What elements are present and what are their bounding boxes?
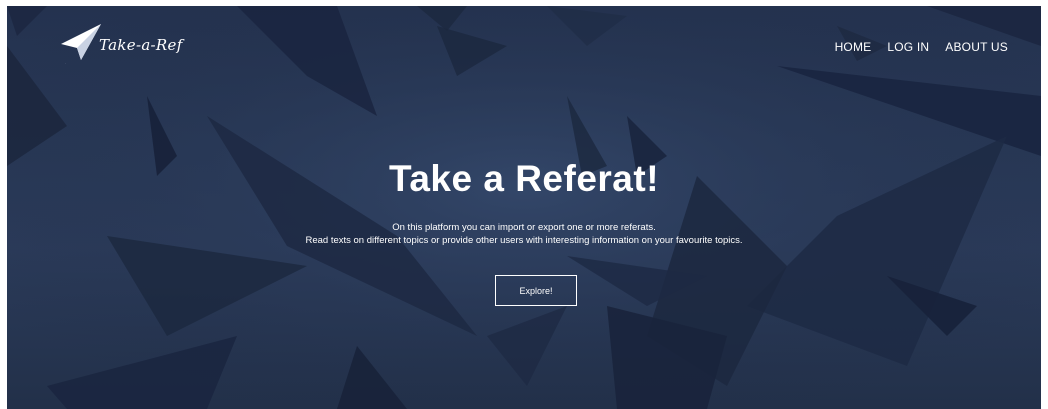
nav-about-us[interactable]: ABOUT US [945,40,1008,54]
brand-name: Take-a-Ref [99,36,183,54]
hero-description: On this platform you can import or expor… [7,221,1041,247]
nav-home[interactable]: HOME [835,40,872,54]
hero-section: Take-a-Ref HOME LOG IN ABOUT US Take a R… [7,6,1041,409]
brand-logo[interactable]: Take-a-Ref [59,16,199,76]
hero-title: Take a Referat! [388,158,660,199]
main-navigation: HOME LOG IN ABOUT US [835,40,1008,54]
hero-description-line-2: Read texts on different topics or provid… [305,235,743,246]
paper-plane-icon [61,24,101,64]
nav-login[interactable]: LOG IN [887,40,929,54]
explore-button[interactable]: Explore! [495,275,577,306]
hero-description-line-1: On this platform you can import or expor… [392,222,656,233]
